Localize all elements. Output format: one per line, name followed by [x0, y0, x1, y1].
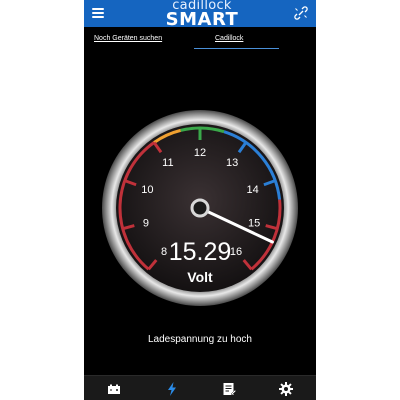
active-tab-indicator	[194, 48, 279, 49]
gauge-graphic: 8 9 10 11 12 13 14 15 16 15.29 Volt	[102, 110, 298, 306]
notes-icon[interactable]	[221, 381, 237, 397]
tab-bar: Noch Geräten suchen Cadillock	[84, 27, 316, 52]
app-logo: cadillock SMART	[150, 0, 254, 30]
needle-hub	[190, 198, 210, 218]
gauge-tick-label: 13	[226, 157, 238, 169]
status-message: Ladespannung zu hoch	[148, 334, 252, 345]
gauge-tick-label: 15	[248, 217, 260, 229]
lightning-icon[interactable]	[164, 381, 180, 397]
voltage-gauge: 8 9 10 11 12 13 14 15 16 15.29 Volt	[96, 108, 304, 308]
gauge-tick-label: 9	[143, 217, 149, 229]
gauge-tick-label: 12	[194, 147, 206, 159]
gauge-tick-label: 10	[141, 184, 153, 196]
tab-cadillock[interactable]: Cadillock	[215, 35, 243, 42]
gauge-tick-label: 16	[230, 246, 242, 258]
app-screen: cadillock SMART Noch Geräten suchen Cadi…	[84, 0, 316, 400]
logo-line2: SMART	[165, 9, 239, 30]
voltage-readout: 15.29	[169, 238, 232, 266]
battery-icon[interactable]	[106, 381, 122, 397]
tab-search-devices[interactable]: Noch Geräten suchen	[94, 35, 162, 42]
gauge-tick-label: 8	[161, 246, 167, 258]
gauge-tick-label: 14	[246, 184, 258, 196]
top-bar: cadillock SMART	[84, 0, 316, 30]
hamburger-menu-icon[interactable]	[92, 8, 104, 18]
gear-icon[interactable]	[278, 381, 294, 397]
voltage-unit: Volt	[187, 269, 213, 285]
link-icon[interactable]	[294, 6, 308, 20]
gauge-tick-label: 11	[162, 157, 173, 169]
bottom-navigation	[84, 375, 316, 400]
